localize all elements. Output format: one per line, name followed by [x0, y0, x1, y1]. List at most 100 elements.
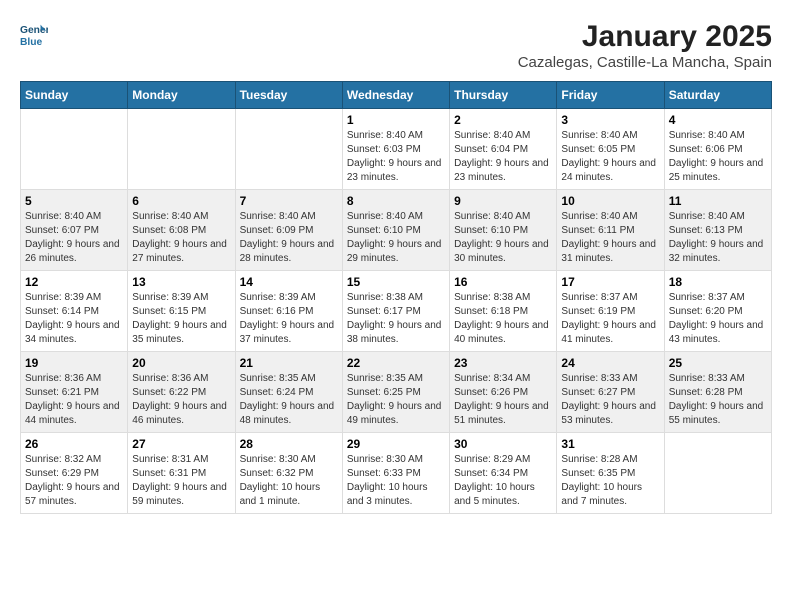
logo: General Blue — [20, 20, 48, 48]
cell-info: Sunrise: 8:40 AM Sunset: 6:10 PM Dayligh… — [454, 210, 552, 266]
cell-info: Sunrise: 8:32 AM Sunset: 6:29 PM Dayligh… — [25, 453, 123, 509]
day-number: 18 — [669, 275, 767, 289]
cell-info: Sunrise: 8:37 AM Sunset: 6:19 PM Dayligh… — [561, 291, 659, 347]
calendar-cell: 31 Sunrise: 8:28 AM Sunset: 6:35 PM Dayli… — [557, 433, 664, 514]
weekday-header-saturday: Saturday — [664, 82, 771, 109]
cell-info: Sunrise: 8:40 AM Sunset: 6:11 PM Dayligh… — [561, 210, 659, 266]
weekday-header-friday: Friday — [557, 82, 664, 109]
weekday-header-thursday: Thursday — [450, 82, 557, 109]
calendar-cell: 26 Sunrise: 8:32 AM Sunset: 6:29 PM Dayli… — [21, 433, 128, 514]
calendar-cell: 29Sunrise: 8:30 AM Sunset: 6:33 PM Dayli… — [342, 433, 449, 514]
day-number: 27 — [132, 437, 230, 451]
week-row-4: 19 Sunrise: 8:36 AM Sunset: 6:21 PM Dayli… — [21, 352, 772, 433]
calendar-cell: 30 Sunrise: 8:29 AM Sunset: 6:34 PM Dayli… — [450, 433, 557, 514]
day-number: 1 — [347, 113, 445, 127]
calendar-table: SundayMondayTuesdayWednesdayThursdayFrid… — [20, 81, 772, 514]
calendar-cell: 1 Sunrise: 8:40 AM Sunset: 6:03 PM Daylig… — [342, 109, 449, 190]
header: General Blue January 2025 Cazalegas, Cas… — [20, 20, 772, 71]
calendar-cell: 4 Sunrise: 8:40 AM Sunset: 6:06 PM Daylig… — [664, 109, 771, 190]
day-number: 19 — [25, 356, 123, 370]
cell-info: Sunrise: 8:36 AM Sunset: 6:21 PM Dayligh… — [25, 372, 123, 428]
cell-info: Sunrise: 8:40 AM Sunset: 6:07 PM Dayligh… — [25, 210, 123, 266]
day-number: 30 — [454, 437, 552, 451]
day-number: 21 — [240, 356, 338, 370]
day-number: 26 — [25, 437, 123, 451]
day-number: 16 — [454, 275, 552, 289]
calendar-cell: 23 Sunrise: 8:34 AM Sunset: 6:26 PM Dayli… — [450, 352, 557, 433]
calendar-cell — [664, 433, 771, 514]
cell-info: Sunrise: 8:38 AM Sunset: 6:18 PM Dayligh… — [454, 291, 552, 347]
calendar-cell: 6 Sunrise: 8:40 AM Sunset: 6:08 PM Daylig… — [128, 190, 235, 271]
cell-info: Sunrise: 8:34 AM Sunset: 6:26 PM Dayligh… — [454, 372, 552, 428]
day-number: 17 — [561, 275, 659, 289]
svg-text:Blue: Blue — [20, 37, 43, 48]
cell-info: Sunrise: 8:29 AM Sunset: 6:34 PM Dayligh… — [454, 453, 552, 509]
calendar-cell — [21, 109, 128, 190]
title-area: January 2025 Cazalegas, Castille-La Manc… — [518, 20, 772, 71]
cell-info: Sunrise: 8:40 AM Sunset: 6:03 PM Dayligh… — [347, 129, 445, 185]
day-number: 10 — [561, 194, 659, 208]
calendar-cell: 21Sunrise: 8:35 AM Sunset: 6:24 PM Dayli… — [235, 352, 342, 433]
calendar-cell: 8Sunrise: 8:40 AM Sunset: 6:10 PM Daylig… — [342, 190, 449, 271]
cell-info: Sunrise: 8:40 AM Sunset: 6:05 PM Dayligh… — [561, 129, 659, 185]
day-number: 25 — [669, 356, 767, 370]
cell-info: Sunrise: 8:28 AM Sunset: 6:35 PM Dayligh… — [561, 453, 659, 509]
cell-info: Sunrise: 8:33 AM Sunset: 6:28 PM Dayligh… — [669, 372, 767, 428]
cell-info: Sunrise: 8:38 AM Sunset: 6:17 PM Dayligh… — [347, 291, 445, 347]
calendar-cell: 16 Sunrise: 8:38 AM Sunset: 6:18 PM Dayli… — [450, 271, 557, 352]
day-number: 4 — [669, 113, 767, 127]
cell-info: Sunrise: 8:39 AM Sunset: 6:15 PM Dayligh… — [132, 291, 230, 347]
cell-info: Sunrise: 8:40 AM Sunset: 6:09 PM Dayligh… — [240, 210, 338, 266]
cell-info: Sunrise: 8:35 AM Sunset: 6:25 PM Dayligh… — [347, 372, 445, 428]
calendar-cell: 15 Sunrise: 8:38 AM Sunset: 6:17 PM Dayli… — [342, 271, 449, 352]
day-number: 29 — [347, 437, 445, 451]
page-title: January 2025 — [518, 20, 772, 54]
week-row-2: 5 Sunrise: 8:40 AM Sunset: 6:07 PM Daylig… — [21, 190, 772, 271]
cell-info: Sunrise: 8:40 AM Sunset: 6:13 PM Dayligh… — [669, 210, 767, 266]
day-number: 3 — [561, 113, 659, 127]
day-number: 31 — [561, 437, 659, 451]
weekday-header-tuesday: Tuesday — [235, 82, 342, 109]
day-number: 5 — [25, 194, 123, 208]
day-number: 13 — [132, 275, 230, 289]
day-number: 9 — [454, 194, 552, 208]
calendar-cell: 22Sunrise: 8:35 AM Sunset: 6:25 PM Dayli… — [342, 352, 449, 433]
calendar-cell: 27 Sunrise: 8:31 AM Sunset: 6:31 PM Dayli… — [128, 433, 235, 514]
day-number: 8 — [347, 194, 445, 208]
calendar-cell: 7 Sunrise: 8:40 AM Sunset: 6:09 PM Daylig… — [235, 190, 342, 271]
week-row-1: 1 Sunrise: 8:40 AM Sunset: 6:03 PM Daylig… — [21, 109, 772, 190]
day-number: 23 — [454, 356, 552, 370]
cell-info: Sunrise: 8:40 AM Sunset: 6:08 PM Dayligh… — [132, 210, 230, 266]
logo-icon: General Blue — [20, 20, 48, 48]
page-subtitle: Cazalegas, Castille-La Mancha, Spain — [518, 54, 772, 71]
day-number: 14 — [240, 275, 338, 289]
week-row-3: 12Sunrise: 8:39 AM Sunset: 6:14 PM Dayli… — [21, 271, 772, 352]
svg-text:General: General — [20, 25, 48, 36]
cell-info: Sunrise: 8:40 AM Sunset: 6:04 PM Dayligh… — [454, 129, 552, 185]
calendar-cell: 12Sunrise: 8:39 AM Sunset: 6:14 PM Dayli… — [21, 271, 128, 352]
day-number: 15 — [347, 275, 445, 289]
calendar-cell: 17 Sunrise: 8:37 AM Sunset: 6:19 PM Dayli… — [557, 271, 664, 352]
calendar-cell: 13 Sunrise: 8:39 AM Sunset: 6:15 PM Dayli… — [128, 271, 235, 352]
calendar-cell: 5 Sunrise: 8:40 AM Sunset: 6:07 PM Daylig… — [21, 190, 128, 271]
calendar-cell: 20Sunrise: 8:36 AM Sunset: 6:22 PM Dayli… — [128, 352, 235, 433]
cell-info: Sunrise: 8:40 AM Sunset: 6:06 PM Dayligh… — [669, 129, 767, 185]
day-number: 6 — [132, 194, 230, 208]
weekday-header-sunday: Sunday — [21, 82, 128, 109]
calendar-cell: 24 Sunrise: 8:33 AM Sunset: 6:27 PM Dayli… — [557, 352, 664, 433]
calendar-cell: 28 Sunrise: 8:30 AM Sunset: 6:32 PM Dayli… — [235, 433, 342, 514]
day-number: 7 — [240, 194, 338, 208]
weekday-header-row: SundayMondayTuesdayWednesdayThursdayFrid… — [21, 82, 772, 109]
week-row-5: 26 Sunrise: 8:32 AM Sunset: 6:29 PM Dayli… — [21, 433, 772, 514]
cell-info: Sunrise: 8:31 AM Sunset: 6:31 PM Dayligh… — [132, 453, 230, 509]
day-number: 28 — [240, 437, 338, 451]
calendar-cell: 2Sunrise: 8:40 AM Sunset: 6:04 PM Daylig… — [450, 109, 557, 190]
cell-info: Sunrise: 8:37 AM Sunset: 6:20 PM Dayligh… — [669, 291, 767, 347]
calendar-cell: 3 Sunrise: 8:40 AM Sunset: 6:05 PM Daylig… — [557, 109, 664, 190]
calendar-cell: 25 Sunrise: 8:33 AM Sunset: 6:28 PM Dayli… — [664, 352, 771, 433]
day-number: 24 — [561, 356, 659, 370]
cell-info: Sunrise: 8:39 AM Sunset: 6:16 PM Dayligh… — [240, 291, 338, 347]
cell-info: Sunrise: 8:33 AM Sunset: 6:27 PM Dayligh… — [561, 372, 659, 428]
cell-info: Sunrise: 8:30 AM Sunset: 6:32 PM Dayligh… — [240, 453, 338, 509]
calendar-cell: 18 Sunrise: 8:37 AM Sunset: 6:20 PM Dayli… — [664, 271, 771, 352]
